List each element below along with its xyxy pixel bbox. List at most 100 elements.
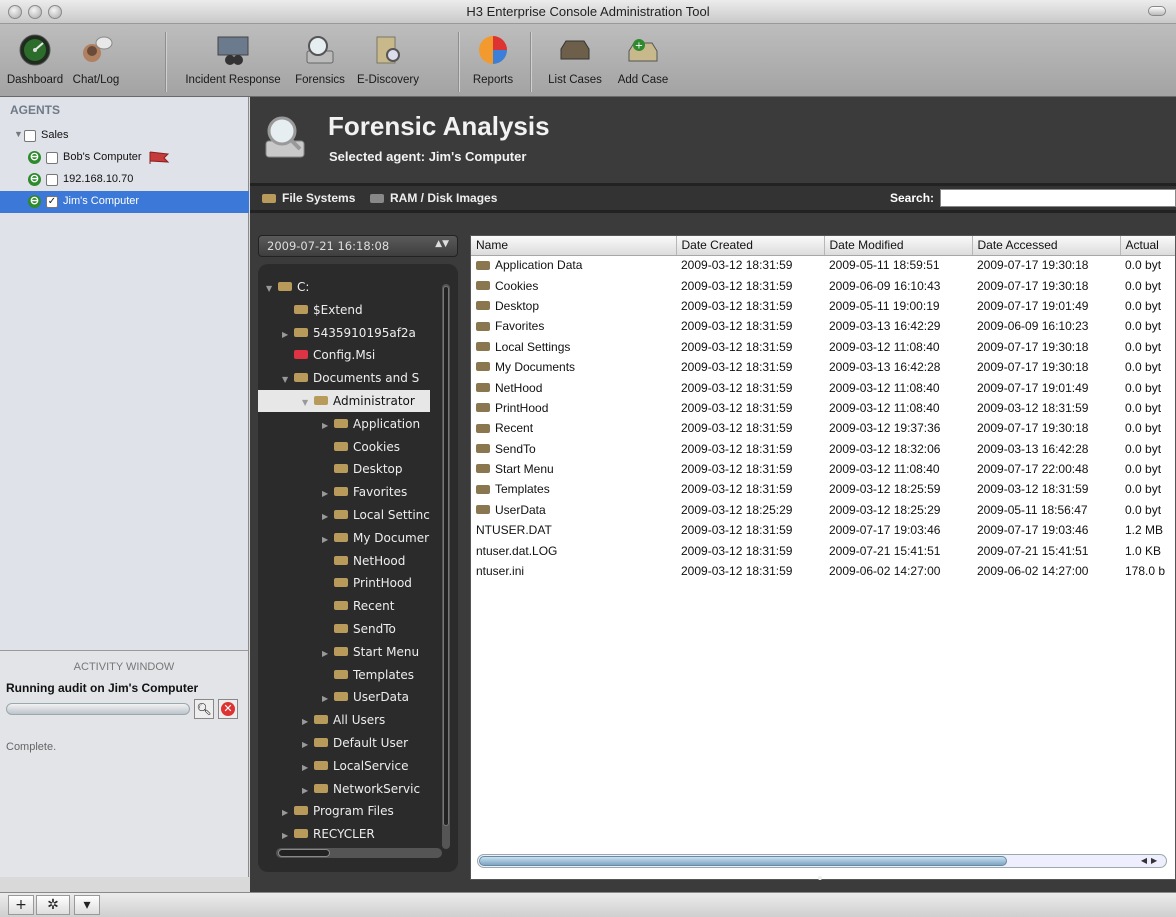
table-row[interactable]: NetHood 2009-03-12 18:31:59 2009-03-12 11:… <box>471 377 1175 397</box>
agent-row-bobs-computer[interactable]: ⊖ Bob's Computer <box>0 147 249 169</box>
toolbar-list-cases-button[interactable]: List Cases <box>540 27 610 86</box>
tree-node[interactable]: ▼ C: <box>266 276 456 298</box>
tree-node[interactable]: Desktop <box>322 458 458 480</box>
table-row[interactable]: Favorites 2009-03-12 18:31:59 2009-03-13 1… <box>471 316 1175 336</box>
collapsed-triangle-icon[interactable]: ▶ <box>302 711 314 731</box>
tree-node[interactable]: $Extend <box>282 299 458 321</box>
options-dropdown-button[interactable]: ▾ <box>74 895 100 915</box>
table-row[interactable]: ntuser.ini 2009-03-12 18:31:59 2009-06-02 … <box>471 561 1175 581</box>
tree-node[interactable]: ▶ Favorites <box>322 481 458 503</box>
toolbar-toggle-button[interactable] <box>1148 6 1166 16</box>
tree-node[interactable]: SendTo <box>322 618 458 640</box>
agent-row-jims-computer[interactable]: ⊖ ✓ Jim's Computer <box>0 191 249 213</box>
column-header-date-accessed[interactable]: Date Accessed <box>972 236 1121 256</box>
resize-grip[interactable] <box>818 876 822 880</box>
file-list-horizontal-scroll-thumb[interactable] <box>479 856 1007 866</box>
table-row[interactable]: Recent 2009-03-12 18:31:59 2009-03-12 19:3… <box>471 418 1175 438</box>
collapsed-triangle-icon[interactable]: ▶ <box>322 483 334 503</box>
collapsed-triangle-icon[interactable]: ▶ <box>322 643 334 663</box>
collapsed-triangle-icon[interactable]: ▶ <box>282 825 294 845</box>
disclosure-triangle-icon[interactable]: ▼ <box>14 129 23 139</box>
toolbar-e-discovery-button[interactable]: E-Discovery <box>352 27 424 86</box>
table-row[interactable]: Start Menu 2009-03-12 18:31:59 2009-03-12 … <box>471 459 1175 479</box>
table-row[interactable]: NTUSER.DAT 2009-03-12 18:31:59 2009-07-17 … <box>471 520 1175 540</box>
collapsed-triangle-icon[interactable]: ▶ <box>322 529 334 549</box>
expanded-triangle-icon[interactable]: ▼ <box>266 278 278 298</box>
add-button[interactable]: + <box>8 895 34 915</box>
tree-node[interactable]: ▼ Documents and S <box>282 367 458 389</box>
column-header-date-created[interactable]: Date Created <box>676 236 825 256</box>
collapsed-triangle-icon[interactable]: ▶ <box>302 734 314 754</box>
tree-node[interactable]: ▶ LocalService <box>302 755 458 777</box>
toolbar-chat-log-button[interactable]: Chat/Log <box>66 27 126 86</box>
table-row[interactable]: SendTo 2009-03-12 18:31:59 2009-03-12 18:3… <box>471 439 1175 459</box>
tree-node[interactable]: Config.Msi <box>282 344 458 366</box>
table-row[interactable]: Templates 2009-03-12 18:31:59 2009-03-12 1… <box>471 479 1175 499</box>
agent-group-sales[interactable]: ▼ Sales <box>0 125 249 147</box>
table-row[interactable]: ntuser.dat.LOG 2009-03-12 18:31:59 2009-07… <box>471 540 1175 560</box>
activity-task-label: Running audit on Jim's Computer <box>6 681 199 695</box>
tree-node[interactable]: PrintHood <box>322 572 458 594</box>
folder-tree[interactable]: ▼ C: $Extend ▶ 5435910195af2a Config.Msi ▼ Docu… <box>258 264 458 872</box>
tree-horizontal-scroll-thumb[interactable] <box>278 849 330 857</box>
tree-node[interactable]: Templates <box>322 664 458 686</box>
activity-details-button[interactable]: 🔍︎ <box>194 699 214 719</box>
toolbar-add-case-button[interactable]: + Add Case <box>612 27 674 86</box>
collapsed-triangle-icon[interactable]: ▶ <box>282 324 294 344</box>
cell-text: 0.0 byt <box>1125 360 1162 375</box>
agent-checkbox-checked[interactable]: ✓ <box>46 196 58 208</box>
agent-checkbox[interactable] <box>46 174 58 186</box>
agent-row-192-168-10-70[interactable]: ⊖ 192.168.10.70 <box>0 169 249 191</box>
tab-file-systems[interactable]: File Systems <box>262 191 355 205</box>
collapsed-triangle-icon[interactable]: ▶ <box>302 757 314 777</box>
gear-menu-button[interactable]: ✲ <box>36 895 70 915</box>
tree-node[interactable]: ▶ All Users <box>302 709 458 731</box>
expanded-triangle-icon[interactable]: ▼ <box>282 369 294 389</box>
cell-text: 2009-07-17 22:00:48 <box>977 462 1089 477</box>
tree-node[interactable]: ▶ UserData <box>322 686 458 708</box>
table-row[interactable]: Cookies 2009-03-12 18:31:59 2009-06-09 16:… <box>471 275 1175 295</box>
agent-checkbox[interactable] <box>46 152 58 164</box>
tree-node[interactable]: ▶ Application <box>322 413 458 435</box>
toolbar-incident-response-button[interactable]: Incident Response <box>176 27 290 86</box>
cell-text: 2009-07-17 19:30:18 <box>977 258 1089 273</box>
tree-node[interactable]: Recent <box>322 595 458 617</box>
toolbar-dashboard-button[interactable]: Dashboard <box>4 27 66 86</box>
tree-node[interactable]: ▶ Start Menu <box>322 641 458 663</box>
column-header-actual-size[interactable]: Actual <box>1120 236 1175 256</box>
tree-node[interactable]: ▶ My Documer <box>322 527 458 549</box>
tree-node[interactable]: ▼ Administrator <box>258 390 430 412</box>
tree-node[interactable]: ▶ RECYCLER <box>282 823 458 845</box>
activity-stop-button[interactable]: ✕ <box>218 699 238 719</box>
expanded-triangle-icon[interactable]: ▼ <box>302 392 314 412</box>
tree-vertical-scroll-thumb[interactable] <box>443 286 449 826</box>
tree-node[interactable]: ▶ Program Files <box>282 800 458 822</box>
agent-checkbox[interactable] <box>24 130 36 142</box>
collapsed-triangle-icon[interactable]: ▶ <box>322 506 334 526</box>
table-row[interactable]: PrintHood 2009-03-12 18:31:59 2009-03-12 1… <box>471 398 1175 418</box>
tree-node[interactable]: Cookies <box>322 436 458 458</box>
tree-node[interactable]: ▶ Default User <box>302 732 458 754</box>
snapshot-date-select[interactable]: 2009-07-21 16:18:08 ▲▼ <box>258 235 458 257</box>
cell-created: 2009-03-12 18:31:59 <box>676 398 824 418</box>
table-row[interactable]: UserData 2009-03-12 18:25:29 2009-03-12 18… <box>471 500 1175 520</box>
table-row[interactable]: Local Settings 2009-03-12 18:31:59 2009-03… <box>471 337 1175 357</box>
tree-node[interactable]: ▶ NetworkServic <box>302 778 458 800</box>
collapsed-triangle-icon[interactable]: ▶ <box>302 780 314 800</box>
collapsed-triangle-icon[interactable]: ▶ <box>322 688 334 708</box>
tab-ram-disk-images[interactable]: RAM / Disk Images <box>370 191 497 205</box>
table-row[interactable]: My Documents 2009-03-12 18:31:59 2009-03-1… <box>471 357 1175 377</box>
column-header-name[interactable]: Name <box>471 236 677 256</box>
toolbar-forensics-button[interactable]: Forensics <box>288 27 352 86</box>
tree-node[interactable]: NetHood <box>322 550 458 572</box>
table-row[interactable]: Application Data 2009-03-12 18:31:59 2009-… <box>471 255 1175 275</box>
collapsed-triangle-icon[interactable]: ▶ <box>322 415 334 435</box>
table-row[interactable]: Desktop 2009-03-12 18:31:59 2009-05-11 19:… <box>471 296 1175 316</box>
column-header-date-modified[interactable]: Date Modified <box>824 236 973 256</box>
scroll-arrows-icon[interactable]: ◀▶ <box>1133 854 1169 868</box>
collapsed-triangle-icon[interactable]: ▶ <box>282 802 294 822</box>
tree-node[interactable]: ▶ Local Settinc <box>322 504 458 526</box>
tree-node[interactable]: ▶ 5435910195af2a <box>282 322 458 344</box>
search-input[interactable] <box>940 189 1176 207</box>
toolbar-reports-button[interactable]: Reports <box>462 27 524 86</box>
